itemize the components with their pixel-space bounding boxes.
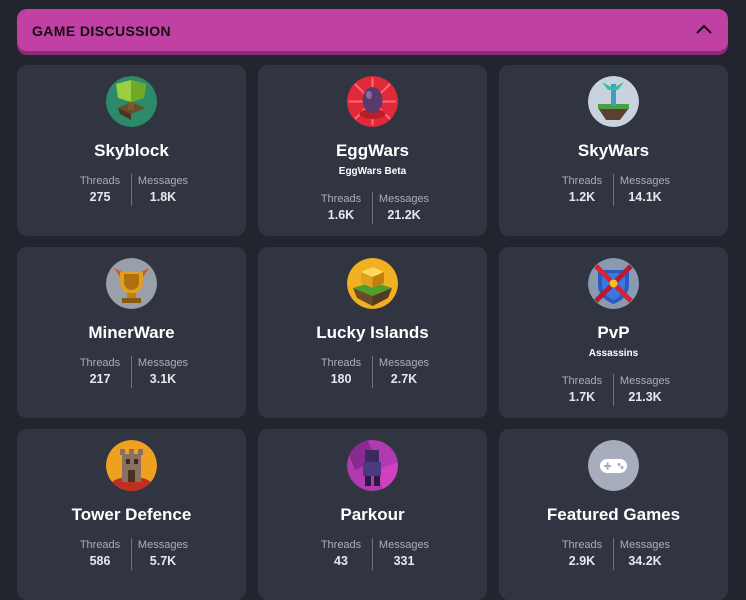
- game-card-skyblock[interactable]: Skyblock Threads 275 Messages 1.8K: [17, 65, 246, 236]
- game-name: Lucky Islands: [316, 323, 429, 342]
- messages-count: 2.7K: [390, 372, 418, 386]
- messages-label: Messages: [378, 539, 430, 551]
- game-stats: Threads 1.2K Messages 14.1K: [499, 174, 728, 206]
- game-name: MinerWare: [88, 323, 175, 342]
- game-name: PvP: [597, 323, 630, 342]
- lucky-islands-icon: [347, 258, 398, 309]
- threads-label: Threads: [320, 193, 362, 205]
- pvp-icon: [588, 258, 639, 309]
- messages-count: 34.2K: [628, 554, 662, 568]
- messages-count: 3.1K: [149, 372, 177, 386]
- game-name: Parkour: [340, 505, 405, 524]
- game-card-tower-defence[interactable]: Tower Defence Threads 586 Messages 5.7K: [17, 429, 246, 600]
- skyblock-icon: [106, 76, 157, 127]
- threads-label: Threads: [79, 175, 121, 187]
- messages-label: Messages: [619, 375, 671, 387]
- game-subtitle: Assassins: [588, 348, 639, 359]
- threads-count: 586: [89, 554, 111, 568]
- game-stats: Threads 180 Messages 2.7K: [258, 356, 487, 388]
- game-card-pvp[interactable]: PvP Assassins Threads 1.7K Messages 21.3K: [499, 247, 728, 418]
- threads-label: Threads: [79, 357, 121, 369]
- game-card-skywars[interactable]: SkyWars Threads 1.2K Messages 14.1K: [499, 65, 728, 236]
- game-card-featured-games[interactable]: Featured Games Threads 2.9K Messages 34.2K: [499, 429, 728, 600]
- game-card-lucky-islands[interactable]: Lucky Islands Threads 180 Messages 2.7K: [258, 247, 487, 418]
- game-stats: Threads 1.7K Messages 21.3K: [499, 374, 728, 406]
- messages-count: 21.2K: [387, 208, 421, 222]
- threads-count: 1.7K: [568, 390, 596, 404]
- game-name: EggWars: [335, 141, 410, 160]
- messages-count: 5.7K: [149, 554, 177, 568]
- messages-label: Messages: [378, 193, 430, 205]
- section-title: GAME DISCUSSION: [32, 23, 172, 39]
- threads-label: Threads: [561, 175, 603, 187]
- messages-label: Messages: [137, 539, 189, 551]
- game-stats: Threads 43 Messages 331: [258, 538, 487, 570]
- parkour-icon: [347, 440, 398, 491]
- game-card-parkour[interactable]: Parkour Threads 43 Messages 331: [258, 429, 487, 600]
- threads-label: Threads: [320, 357, 362, 369]
- threads-count: 180: [330, 372, 352, 386]
- threads-count: 1.6K: [327, 208, 355, 222]
- game-card-grid: Skyblock Threads 275 Messages 1.8K EggWars…: [17, 65, 728, 600]
- threads-label: Threads: [561, 375, 603, 387]
- minerware-icon: [106, 258, 157, 309]
- game-stats: Threads 586 Messages 5.7K: [17, 538, 246, 570]
- game-subtitle: EggWars Beta: [338, 166, 407, 177]
- game-stats: Threads 217 Messages 3.1K: [17, 356, 246, 388]
- game-stats: Threads 2.9K Messages 34.2K: [499, 538, 728, 570]
- messages-label: Messages: [137, 175, 189, 187]
- messages-count: 14.1K: [628, 190, 662, 204]
- game-stats: Threads 275 Messages 1.8K: [17, 174, 246, 206]
- game-name: Tower Defence: [71, 505, 192, 524]
- chevron-up-icon[interactable]: [694, 20, 714, 40]
- messages-label: Messages: [619, 539, 671, 551]
- threads-count: 275: [89, 190, 111, 204]
- gamepad-icon: [588, 440, 639, 491]
- messages-label: Messages: [378, 357, 430, 369]
- eggwars-icon: [347, 76, 398, 127]
- messages-label: Messages: [137, 357, 189, 369]
- messages-label: Messages: [619, 175, 671, 187]
- game-card-eggwars[interactable]: EggWars EggWars Beta Threads 1.6K Message…: [258, 65, 487, 236]
- messages-count: 331: [393, 554, 415, 568]
- game-name: SkyWars: [577, 141, 650, 160]
- threads-count: 1.2K: [568, 190, 596, 204]
- game-discussion-header[interactable]: GAME DISCUSSION: [17, 9, 728, 51]
- threads-label: Threads: [320, 539, 362, 551]
- tower-defence-icon: [106, 440, 157, 491]
- threads-count: 217: [89, 372, 111, 386]
- game-card-minerware[interactable]: MinerWare Threads 217 Messages 3.1K: [17, 247, 246, 418]
- skywars-icon: [588, 76, 639, 127]
- threads-count: 43: [334, 554, 348, 568]
- game-stats: Threads 1.6K Messages 21.2K: [258, 192, 487, 224]
- threads-label: Threads: [79, 539, 121, 551]
- threads-count: 2.9K: [568, 554, 596, 568]
- messages-count: 1.8K: [149, 190, 177, 204]
- messages-count: 21.3K: [628, 390, 662, 404]
- game-name: Featured Games: [546, 505, 681, 524]
- threads-label: Threads: [561, 539, 603, 551]
- game-name: Skyblock: [94, 141, 169, 160]
